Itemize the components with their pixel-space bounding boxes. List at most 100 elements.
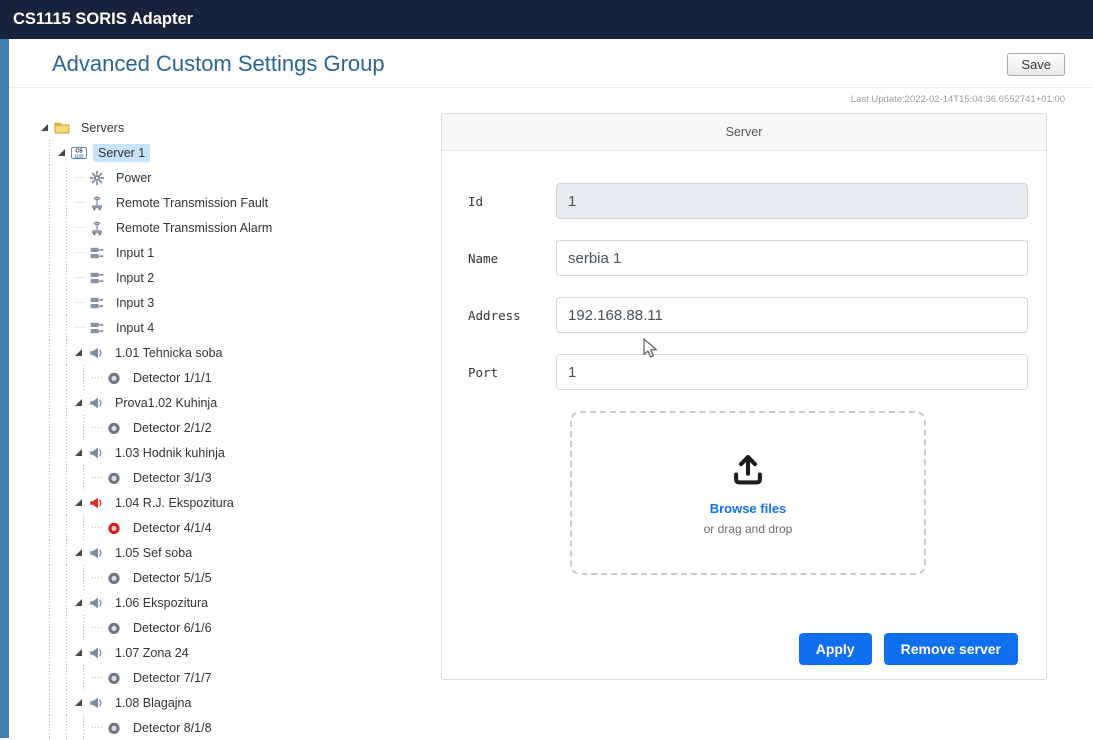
tree-item-label: Detector 2/1/2 — [128, 419, 217, 437]
tree-item-label: Servers — [76, 119, 129, 137]
tree-item-label: 1.08 Blagajna — [110, 694, 196, 712]
expander-icon[interactable] — [75, 390, 88, 415]
tree-item-label: Remote Transmission Fault — [111, 194, 273, 212]
apply-button[interactable]: Apply — [799, 633, 872, 665]
tree-item-label: 1.06 Ekspozitura — [110, 594, 213, 612]
main-content: Servers Server 1 Power Remote Transmissi… — [9, 105, 1093, 740]
tree-item-label: Input 1 — [111, 244, 159, 262]
tree-item-label: Detector 1/1/1 — [128, 369, 217, 387]
zone-icon — [88, 345, 105, 361]
tree-item[interactable]: Detector 3/1/3 — [41, 465, 441, 490]
input-icon — [89, 245, 106, 261]
tree-item-label: 1.03 Hodnik kuhinja — [110, 444, 230, 462]
expander-icon[interactable] — [75, 540, 88, 565]
name-field[interactable] — [556, 240, 1028, 276]
detector-icon — [106, 620, 123, 636]
input-icon — [89, 320, 106, 336]
tree-item[interactable]: Input 2 — [41, 265, 441, 290]
app-title: CS1115 SORIS Adapter — [13, 10, 193, 29]
detector-icon — [106, 670, 123, 686]
zone-icon — [88, 595, 105, 611]
expander-icon[interactable] — [75, 590, 88, 615]
detector-alarm-icon — [106, 520, 123, 536]
tree-item[interactable]: Prova1.02 Kuhinja — [41, 390, 441, 415]
tree-item[interactable]: Remote Transmission Alarm — [41, 215, 441, 240]
server-panel-title: Server — [442, 114, 1046, 151]
tree-item[interactable]: 1.06 Ekspozitura — [41, 590, 441, 615]
input-icon — [89, 295, 106, 311]
tree-item[interactable]: Detector 6/1/6 — [41, 615, 441, 640]
form-row-name: Name — [468, 240, 1028, 276]
expander-icon[interactable] — [41, 115, 54, 140]
expander-icon[interactable] — [75, 340, 88, 365]
tree-item-label: Input 3 — [111, 294, 159, 312]
browse-files-link[interactable]: Browse files — [710, 501, 787, 516]
detector-icon — [106, 420, 123, 436]
tree-item-server-1[interactable]: Server 1 — [41, 140, 441, 165]
expander-icon[interactable] — [58, 140, 71, 165]
transmission-icon — [89, 220, 106, 236]
id-field — [556, 183, 1028, 219]
tree-item-label: Detector 3/1/3 — [128, 469, 217, 487]
tree-item-label: Detector 6/1/6 — [128, 619, 217, 637]
detector-icon — [106, 570, 123, 586]
tree-item-label: Detector 4/1/4 — [128, 519, 217, 537]
tree-item-alarm[interactable]: 1.04 R.J. Ekspozitura — [41, 490, 441, 515]
tree-item-label: Detector 7/1/7 — [128, 669, 217, 687]
remove-server-button[interactable]: Remove server — [884, 633, 1018, 665]
zone-icon — [88, 545, 105, 561]
detector-icon — [106, 370, 123, 386]
tree-item[interactable]: 1.03 Hodnik kuhinja — [41, 440, 441, 465]
id-label: Id — [468, 194, 556, 209]
tree-item[interactable]: Detector 5/1/5 — [41, 565, 441, 590]
tree-item[interactable]: 1.07 Zona 24 — [41, 640, 441, 665]
page: Advanced Custom Settings Group Save Last… — [0, 39, 1093, 740]
tree-item[interactable]: Power — [41, 165, 441, 190]
tree-item-label: 1.01 Tehnicka soba — [110, 344, 228, 362]
expander-icon[interactable] — [75, 490, 88, 515]
left-accent-strip — [0, 39, 9, 738]
page-title: Advanced Custom Settings Group — [52, 51, 385, 77]
panel-actions: Apply Remove server — [468, 633, 1018, 665]
file-dropzone[interactable]: Browse files or drag and drop — [570, 411, 926, 575]
tree-item[interactable]: 1.05 Sef soba — [41, 540, 441, 565]
tree-item-label: Power — [111, 169, 156, 187]
detector-icon — [106, 720, 123, 736]
cs1115-icon — [71, 145, 88, 161]
tree-item-alarm[interactable]: Detector 4/1/4 — [41, 515, 441, 540]
tree-item-label: Detector 5/1/5 — [128, 569, 217, 587]
tree-item[interactable]: Input 1 — [41, 240, 441, 265]
expander-icon[interactable] — [75, 690, 88, 715]
zone-alarm-icon — [88, 495, 105, 511]
form-row-id: Id — [468, 183, 1028, 219]
tree-item-label: Input 2 — [111, 269, 159, 287]
app-header: CS1115 SORIS Adapter — [0, 0, 1093, 39]
expander-icon[interactable] — [75, 440, 88, 465]
tree-item-label: Detector 8/1/8 — [128, 719, 217, 737]
tree-item[interactable]: Input 3 — [41, 290, 441, 315]
tree-item-label: 1.04 R.J. Ekspozitura — [110, 494, 239, 512]
zone-icon — [88, 645, 105, 661]
tree-item-label: 1.05 Sef soba — [110, 544, 197, 562]
tree-item[interactable]: Detector 8/1/8 — [41, 715, 441, 740]
tree-item[interactable]: 1.01 Tehnicka soba — [41, 340, 441, 365]
address-label: Address — [468, 308, 556, 323]
tree-item[interactable]: Detector 7/1/7 — [41, 665, 441, 690]
address-field[interactable] — [556, 297, 1028, 333]
tree-item[interactable]: 1.08 Blagajna — [41, 690, 441, 715]
detector-icon — [106, 470, 123, 486]
tree-item[interactable]: Remote Transmission Fault — [41, 190, 441, 215]
tree-item[interactable]: Detector 2/1/2 — [41, 415, 441, 440]
tree-item[interactable]: Detector 1/1/1 — [41, 365, 441, 390]
port-label: Port — [468, 365, 556, 380]
tree-item[interactable]: Input 4 — [41, 315, 441, 340]
zone-icon — [88, 395, 105, 411]
page-header: Advanced Custom Settings Group Save — [9, 39, 1093, 88]
expander-icon[interactable] — [75, 640, 88, 665]
form-row-address: Address — [468, 297, 1028, 333]
drag-drop-hint: or drag and drop — [704, 522, 793, 536]
save-button[interactable]: Save — [1007, 53, 1065, 76]
tree-item-servers[interactable]: Servers — [41, 115, 441, 140]
transmission-icon — [89, 195, 106, 211]
port-field[interactable] — [556, 354, 1028, 390]
